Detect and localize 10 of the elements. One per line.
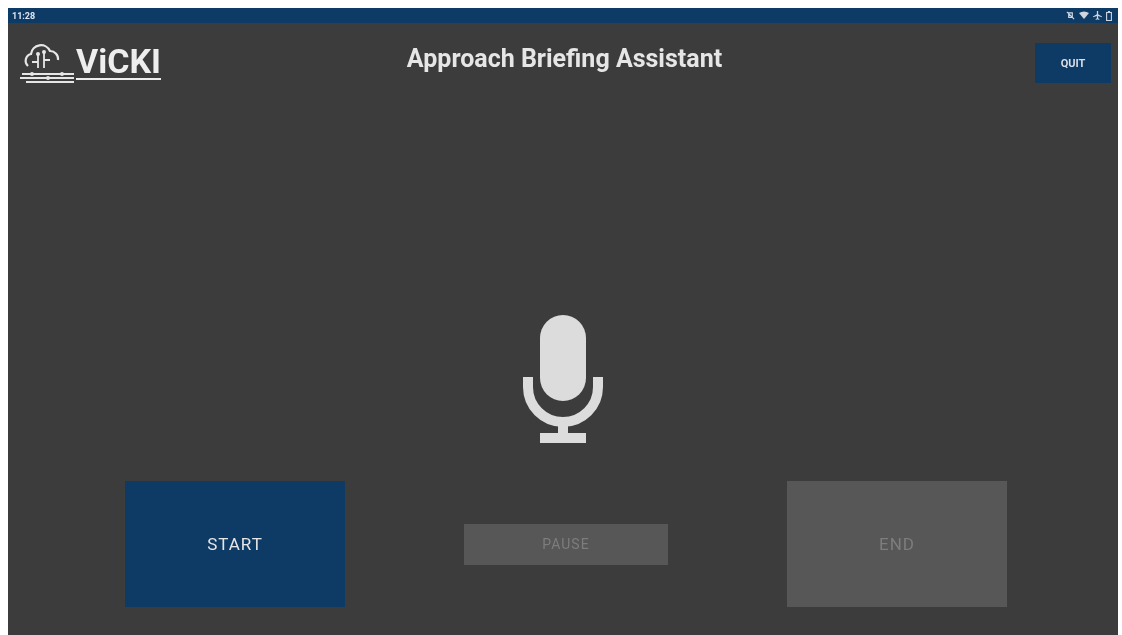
battery-icon	[1106, 10, 1112, 21]
app-title: Approach Briefing Assistant	[405, 43, 724, 73]
logo-text: ViCKI	[76, 44, 162, 80]
microphone-icon	[523, 315, 603, 443]
quit-button[interactable]: QUIT	[1035, 43, 1111, 83]
airplane-icon	[1093, 11, 1102, 20]
status-time: 11:28	[12, 10, 36, 21]
wifi-icon	[1079, 11, 1089, 20]
control-button[interactable]: START	[125, 481, 345, 607]
mute-icon	[1066, 11, 1075, 20]
